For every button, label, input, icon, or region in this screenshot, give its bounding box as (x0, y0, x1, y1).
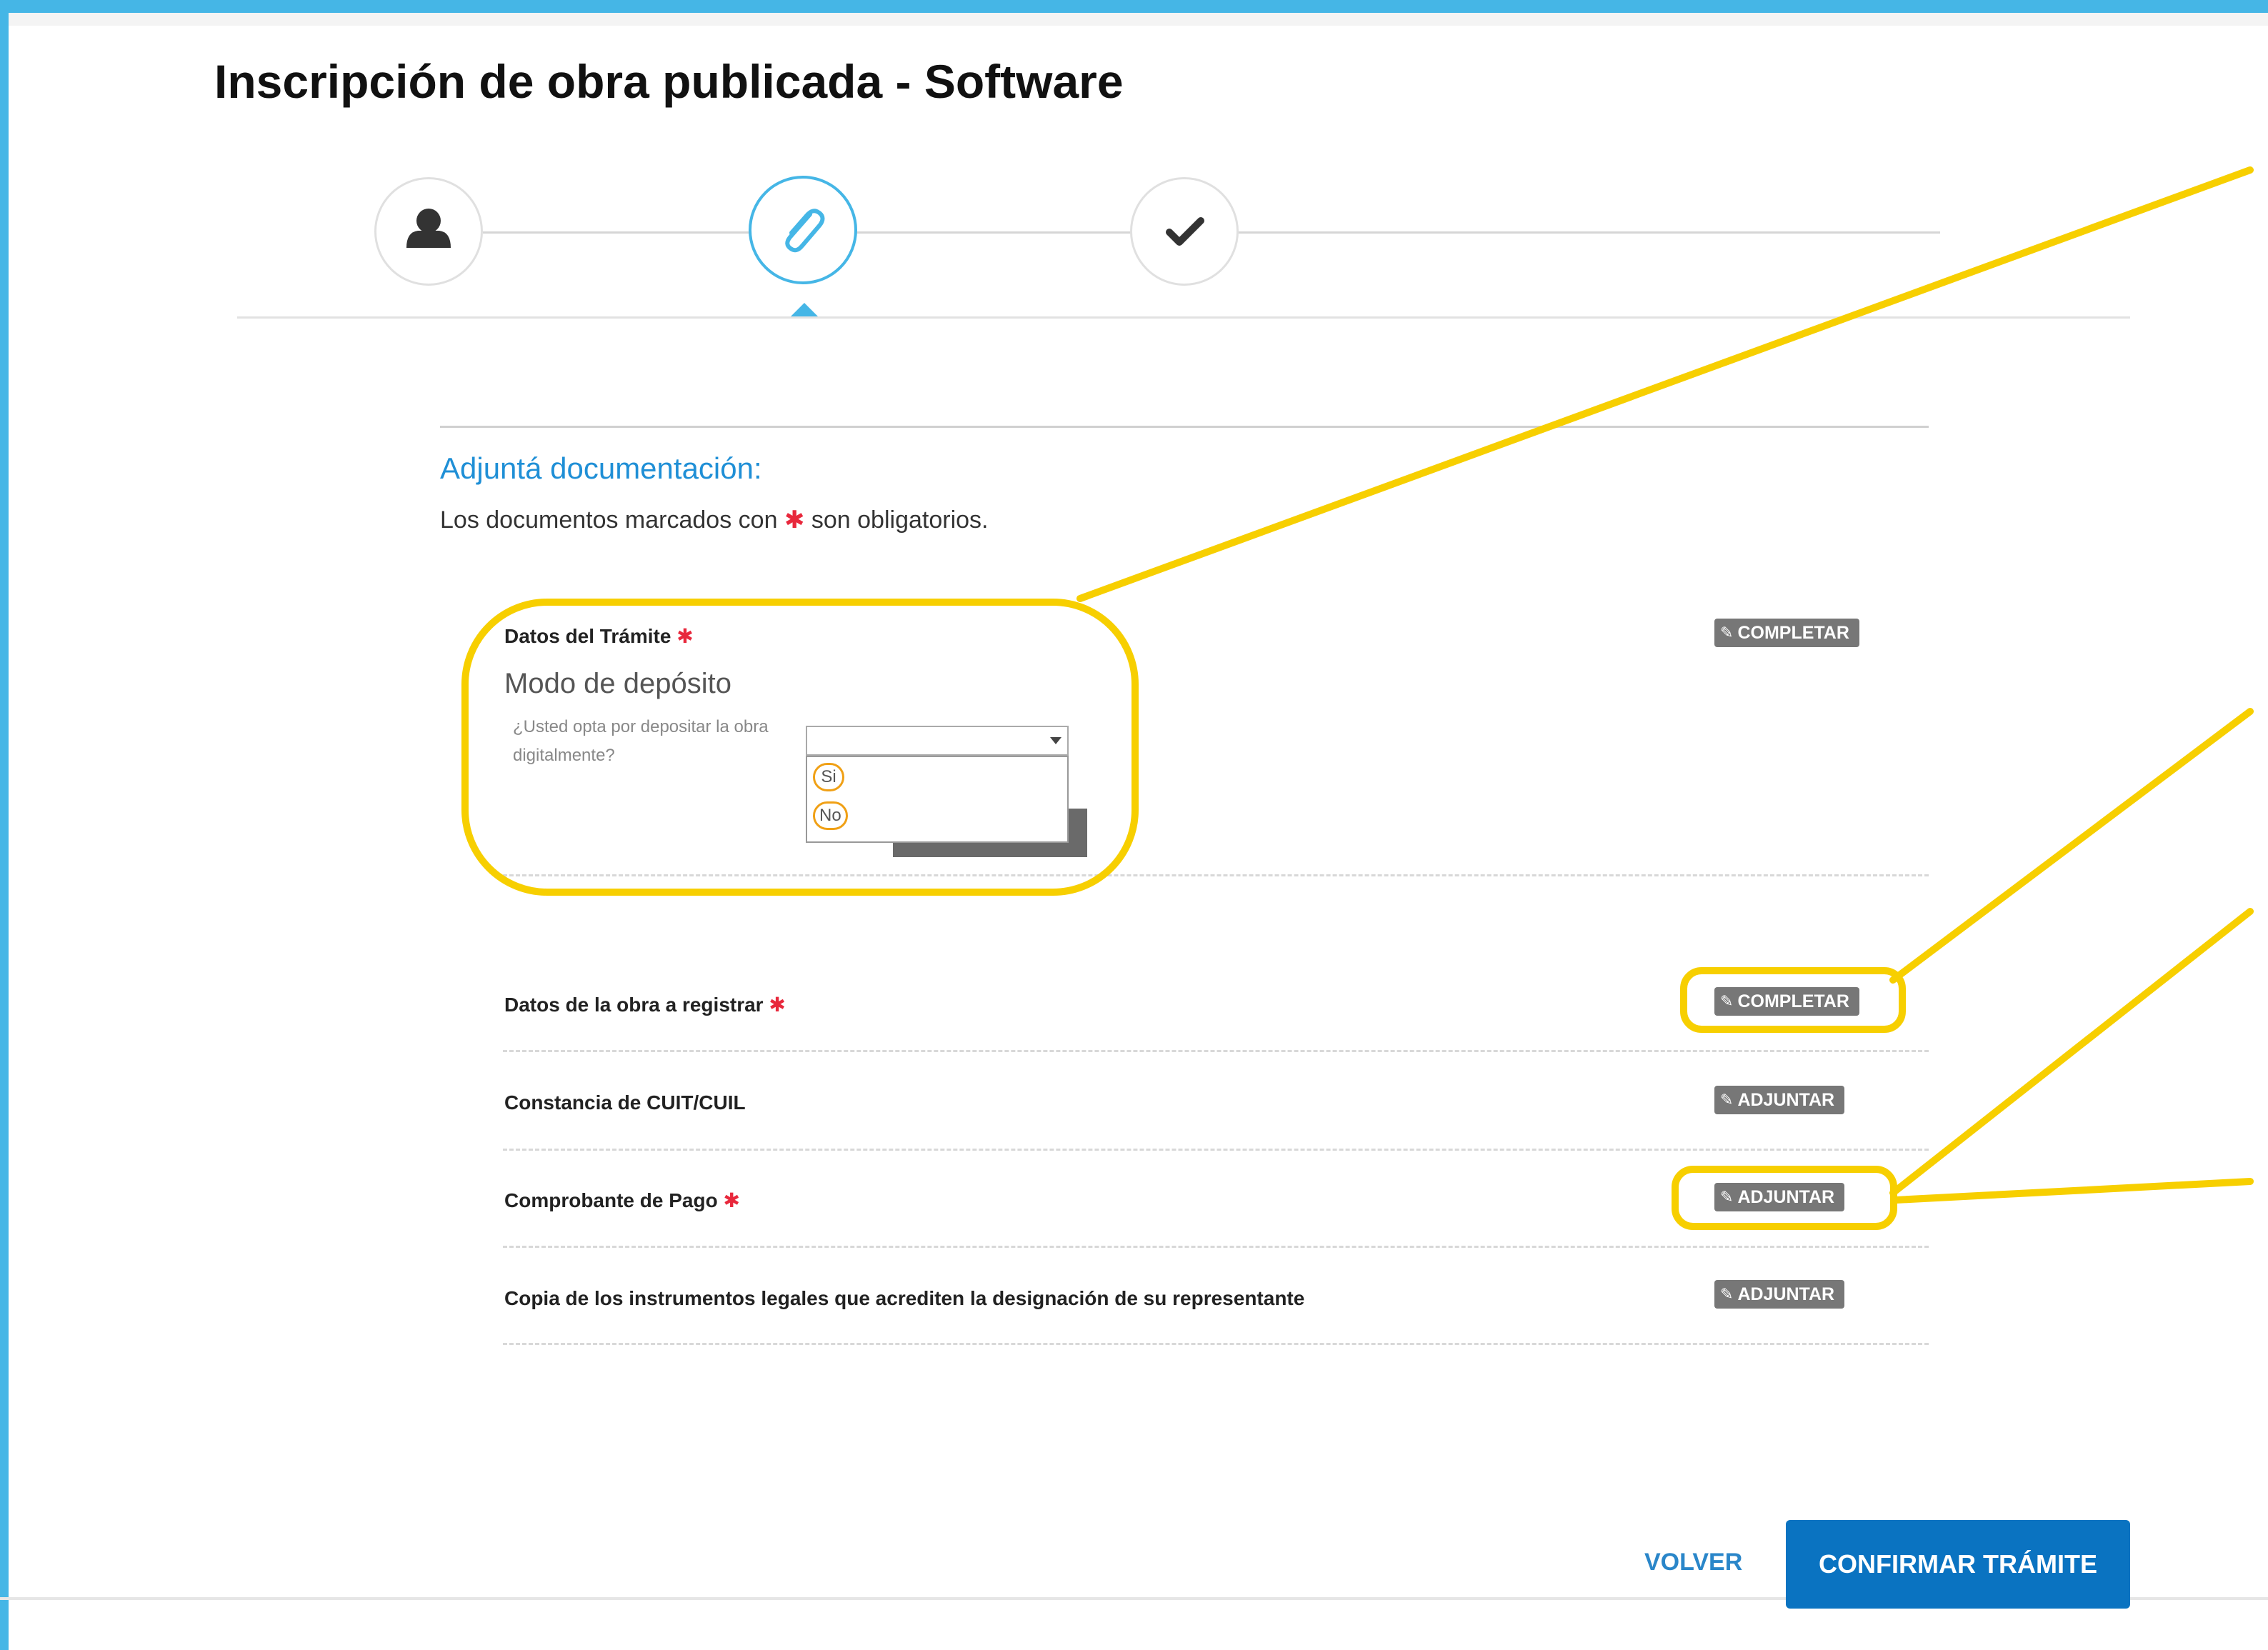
deposit-options-list: Si No (806, 756, 1069, 843)
confirm-button[interactable]: CONFIRMAR TRÁMITE (1786, 1520, 2130, 1609)
back-link[interactable]: VOLVER (1644, 1549, 1742, 1576)
option-no[interactable]: No (813, 801, 848, 830)
callout-lines (1076, 166, 2254, 1204)
option-si[interactable]: Si (813, 763, 844, 791)
